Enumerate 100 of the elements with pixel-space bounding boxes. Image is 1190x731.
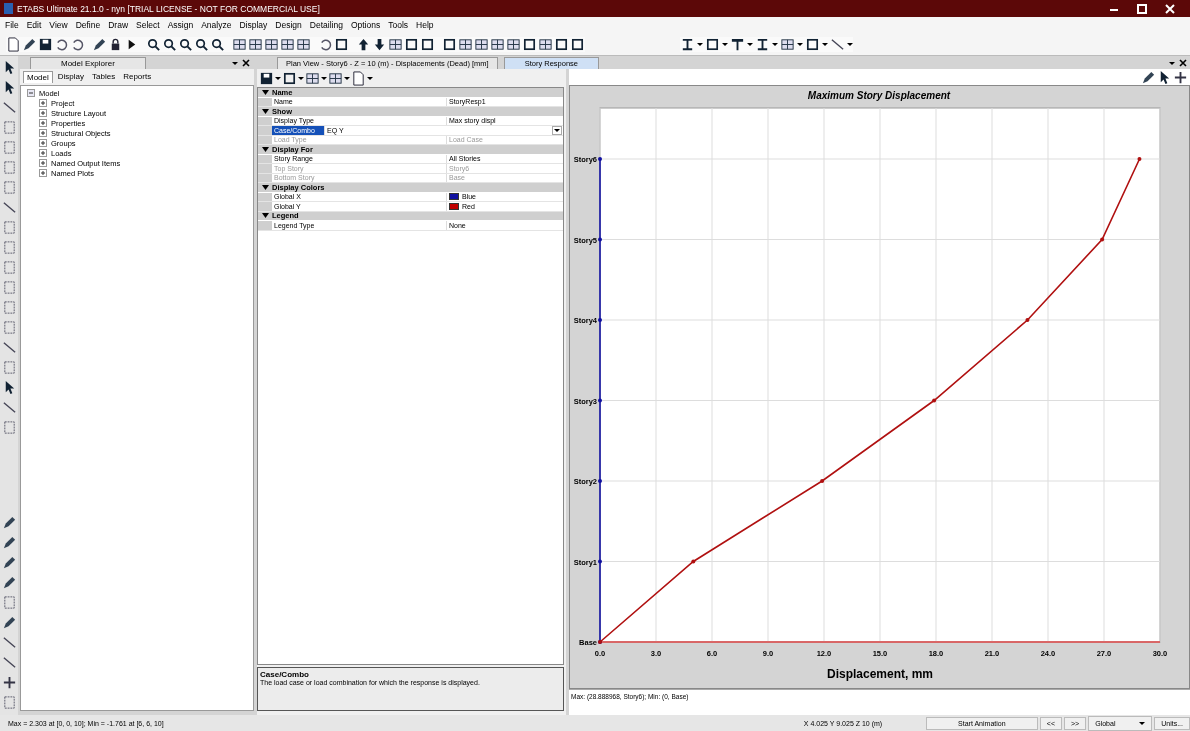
color-swatch[interactable] [449,193,459,201]
caret-icon[interactable] [275,76,281,80]
plus-icon[interactable] [1,675,17,690]
rect-icon[interactable] [1,695,17,710]
rect-icon[interactable] [1,260,17,275]
menu-item[interactable]: Edit [26,20,42,30]
line-icon[interactable] [1,200,17,215]
pencil-icon[interactable] [1,515,17,530]
line-icon[interactable] [1,635,17,650]
grid-icon[interactable] [280,36,295,52]
grid-icon[interactable] [474,36,489,52]
pencil-icon[interactable] [1,575,17,590]
grid-icon[interactable] [232,36,247,52]
rect-icon[interactable] [1,300,17,315]
grid-icon[interactable] [305,70,320,86]
pencil-icon[interactable] [1,615,17,630]
explorer-tab[interactable]: Reports [120,71,155,83]
menu-item[interactable]: Help [416,20,434,30]
grid-icon[interactable] [264,36,279,52]
zoom-icon[interactable] [162,36,177,52]
color-swatch[interactable] [449,202,459,210]
rect-icon[interactable] [1,595,17,610]
zoom-icon[interactable] [146,36,161,52]
grid-icon[interactable] [328,70,343,86]
box-icon[interactable] [554,36,569,52]
grid-icon[interactable] [490,36,505,52]
grid-icon[interactable] [458,36,473,52]
rect-icon[interactable] [1,160,17,175]
box-icon[interactable] [705,36,720,52]
menu-item[interactable]: Design [275,20,302,30]
box-icon[interactable] [805,36,820,52]
caret-icon[interactable] [1169,61,1175,65]
box-icon[interactable] [570,36,585,52]
line-icon[interactable] [1,655,17,670]
grid-icon[interactable] [296,36,311,52]
rect-icon[interactable] [1,320,17,335]
caret-icon[interactable] [367,76,373,80]
grid-icon[interactable] [780,36,795,52]
zoom-icon[interactable] [178,36,193,52]
explorer-tab[interactable]: Display [54,71,88,83]
expand-icon[interactable] [39,99,47,107]
plus-icon[interactable] [1173,69,1188,85]
line-icon[interactable] [830,36,845,52]
expand-icon[interactable] [39,109,47,117]
save-icon[interactable] [38,36,53,52]
menu-item[interactable]: Tools [388,20,408,30]
box-icon[interactable] [404,36,419,52]
rect-icon[interactable] [1,180,17,195]
rect-icon[interactable] [1,140,17,155]
menu-item[interactable]: File [5,20,19,30]
pencil-icon[interactable] [92,36,107,52]
expand-icon[interactable] [39,129,47,137]
beam-section-icon[interactable] [730,36,745,52]
zoom-icon[interactable] [194,36,209,52]
caret-icon[interactable] [822,42,828,46]
pencil-icon[interactable] [1,555,17,570]
caret-icon[interactable] [847,42,853,46]
box-icon[interactable] [334,36,349,52]
explorer-tab[interactable]: Model [23,71,53,83]
menu-item[interactable]: Display [239,20,268,30]
menu-item[interactable]: Analyze [201,20,232,30]
caret-icon[interactable] [747,42,753,46]
rect-icon[interactable] [1,220,17,235]
line-icon[interactable] [1,400,17,415]
pencil-icon[interactable] [1,535,17,550]
menu-item[interactable]: Draw [108,20,129,30]
file-icon[interactable] [6,36,21,52]
rect-icon[interactable] [1,240,17,255]
grid-icon[interactable] [538,36,553,52]
expand-icon[interactable] [39,119,47,127]
caret-icon[interactable] [797,42,803,46]
menu-item[interactable]: Assign [167,20,194,30]
beam-section-icon[interactable] [680,36,695,52]
grid-icon[interactable] [388,36,403,52]
menu-item[interactable]: Define [75,20,101,30]
menu-item[interactable]: Select [136,20,160,30]
rect-icon[interactable] [1,120,17,135]
line-icon[interactable] [1,100,17,115]
restore-icon[interactable] [1136,3,1148,14]
file-icon[interactable] [351,70,366,86]
line-icon[interactable] [1,340,17,355]
box-icon[interactable] [522,36,537,52]
pencil-icon[interactable] [22,36,37,52]
box-icon[interactable] [442,36,457,52]
caret-icon[interactable] [344,76,350,80]
menu-item[interactable]: Detailing [309,20,343,30]
rect-icon[interactable] [1,360,17,375]
menu-item[interactable]: Options [350,20,381,30]
close-icon[interactable] [242,59,250,67]
grid-icon[interactable] [506,36,521,52]
beam-section-icon[interactable] [755,36,770,52]
arrow-icon[interactable] [356,36,371,52]
rect-icon[interactable] [1,280,17,295]
expand-icon[interactable] [39,139,47,147]
pencil-icon[interactable] [1141,69,1156,85]
caret-icon[interactable] [772,42,778,46]
panel-tab[interactable]: Model Explorer [30,57,146,69]
zoom-icon[interactable] [210,36,225,52]
menu-item[interactable]: View [49,20,68,30]
expand-icon[interactable] [39,149,47,157]
